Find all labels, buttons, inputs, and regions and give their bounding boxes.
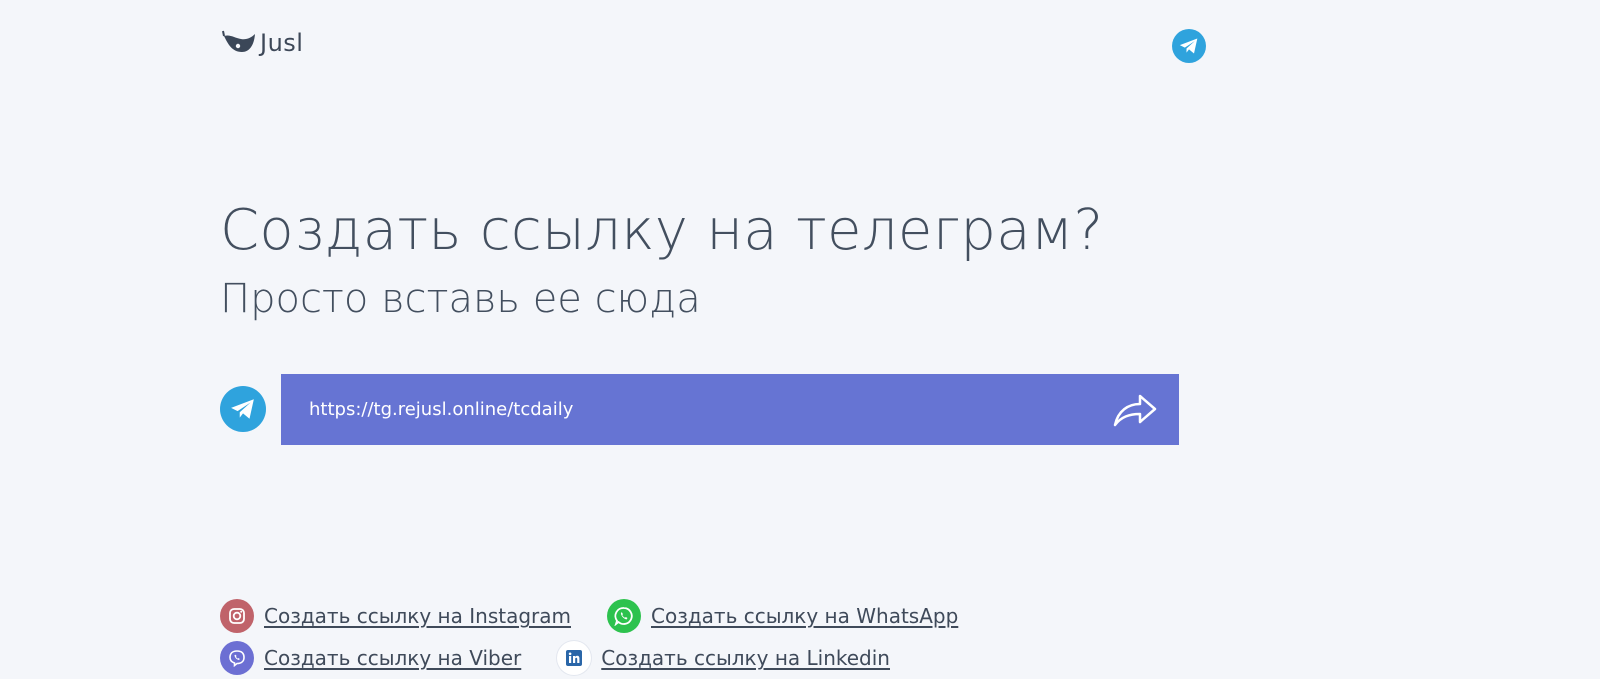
link-form	[281, 374, 1179, 445]
telegram-icon	[220, 386, 266, 432]
logo-icon	[222, 30, 255, 52]
page-subtitle: Просто вставь ее сюда	[220, 276, 701, 322]
link-input[interactable]	[307, 388, 1111, 431]
whatsapp-link[interactable]: Создать ссылку на WhatsApp	[607, 599, 958, 633]
linkedin-link[interactable]: Создать ссылку на Linkedin	[557, 641, 890, 675]
viber-link-label: Создать ссылку на Viber	[264, 646, 522, 670]
logo[interactable]: Jusl	[222, 28, 303, 58]
social-links: Создать ссылку на Instagram Создать ссыл…	[220, 595, 994, 679]
share-arrow-icon[interactable]	[1111, 390, 1159, 430]
whatsapp-link-label: Создать ссылку на WhatsApp	[651, 604, 959, 628]
whatsapp-icon	[607, 599, 641, 633]
linkedin-icon	[557, 641, 592, 675]
instagram-icon	[220, 599, 254, 633]
telegram-icon[interactable]	[1172, 29, 1206, 63]
viber-icon	[220, 641, 254, 675]
linkedin-link-label: Создать ссылку на Linkedin	[601, 646, 890, 670]
logo-text: Jusl	[260, 29, 304, 57]
page-title: Создать ссылку на телеграм?	[220, 198, 1104, 263]
instagram-link-label: Создать ссылку на Instagram	[264, 604, 571, 628]
viber-link[interactable]: Создать ссылку на Viber	[220, 641, 521, 675]
instagram-link[interactable]: Создать ссылку на Instagram	[220, 599, 571, 633]
